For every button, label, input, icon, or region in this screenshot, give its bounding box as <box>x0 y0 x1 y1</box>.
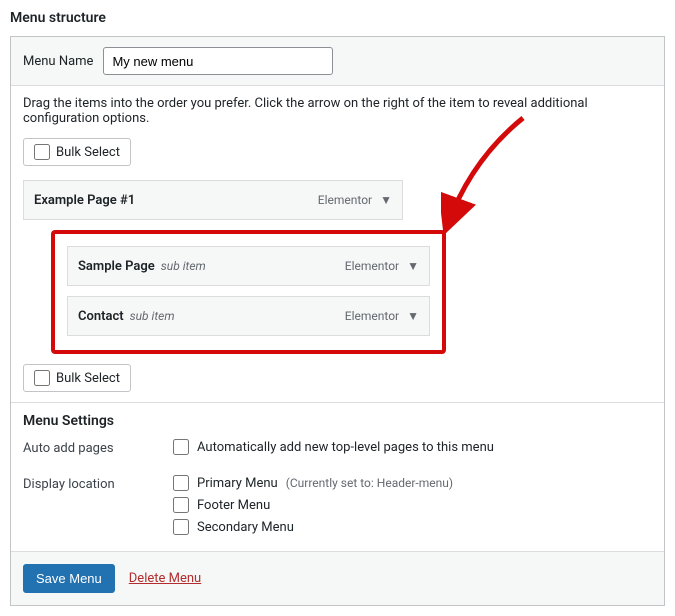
bulk-select-label: Bulk Select <box>56 145 120 160</box>
panel-footer: Save Menu Delete Menu <box>11 552 664 605</box>
menu-item[interactable]: Contact sub item Elementor ▼ <box>67 296 430 336</box>
menu-item-title: Example Page #1 <box>34 193 135 208</box>
bulk-select-top[interactable]: Bulk Select <box>23 138 131 166</box>
menu-item[interactable]: Sample Page sub item Elementor ▼ <box>67 246 430 286</box>
display-location-label: Display location <box>23 475 173 541</box>
location-secondary-label: Secondary Menu <box>197 520 294 535</box>
sub-item-label: sub item <box>130 309 175 323</box>
location-footer-checkbox[interactable] <box>173 497 189 513</box>
menu-item-title: Contact <box>78 309 124 324</box>
auto-add-pages-label: Auto add pages <box>23 439 173 461</box>
menu-item-type: Elementor <box>345 309 399 323</box>
save-menu-button[interactable]: Save Menu <box>23 564 115 593</box>
menu-items-list: Example Page #1 Elementor ▼ Sample Page … <box>23 180 652 354</box>
bulk-select-bottom[interactable]: Bulk Select <box>23 364 131 392</box>
annotation-arrow <box>441 110 561 240</box>
location-primary-label: Primary Menu <box>197 476 278 491</box>
chevron-down-icon[interactable]: ▼ <box>407 309 419 323</box>
chevron-down-icon[interactable]: ▼ <box>380 193 392 207</box>
delete-menu-link[interactable]: Delete Menu <box>129 571 201 586</box>
menu-name-label: Menu Name <box>23 54 93 69</box>
location-primary-checkbox[interactable] <box>173 475 189 491</box>
menu-name-row: Menu Name <box>11 37 664 86</box>
menu-settings-area: Menu Settings Auto add pages Automatical… <box>11 403 664 552</box>
bulk-select-checkbox-bottom[interactable] <box>34 370 50 386</box>
location-secondary-checkbox[interactable] <box>173 519 189 535</box>
menu-item-type: Elementor <box>318 193 372 207</box>
instructions-text: Drag the items into the order you prefer… <box>23 96 652 126</box>
menu-item-type: Elementor <box>345 259 399 273</box>
menu-item[interactable]: Example Page #1 Elementor ▼ <box>23 180 403 220</box>
menu-settings-heading: Menu Settings <box>23 413 652 429</box>
bulk-select-label: Bulk Select <box>56 371 120 386</box>
sub-item-label: sub item <box>161 259 206 273</box>
sub-items-highlight: Sample Page sub item Elementor ▼ Contact… <box>51 230 446 354</box>
menu-items-area: Drag the items into the order you prefer… <box>11 86 664 403</box>
menu-name-input[interactable] <box>103 47 333 75</box>
page-heading: Menu structure <box>10 10 665 26</box>
bulk-select-checkbox-top[interactable] <box>34 144 50 160</box>
auto-add-pages-checkbox[interactable] <box>173 439 189 455</box>
menu-structure-panel: Menu Name Drag the items into the order … <box>10 36 665 606</box>
chevron-down-icon[interactable]: ▼ <box>407 259 419 273</box>
location-footer-label: Footer Menu <box>197 498 270 513</box>
auto-add-pages-text: Automatically add new top-level pages to… <box>197 440 494 455</box>
menu-item-title: Sample Page <box>78 259 155 274</box>
location-primary-hint: (Currently set to: Header-menu) <box>286 476 453 490</box>
